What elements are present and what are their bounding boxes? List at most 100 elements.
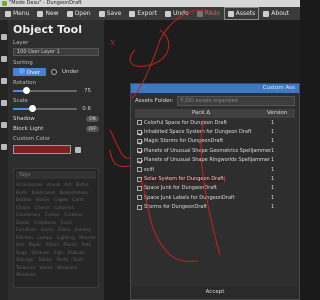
pack-list: Colorful Space for Dungeon Draft 1 Inhabit… <box>131 118 299 212</box>
pack-name: Inhabited Space System for Dungeon Draft <box>144 129 271 135</box>
custom-color-label: Custom Color <box>13 136 51 142</box>
export-icon <box>129 10 136 17</box>
block-light-toggle[interactable]: OFF <box>86 126 99 132</box>
pack-name-text: Magic Storms for DungeonDraft <box>144 138 224 145</box>
path-tool-icon[interactable] <box>1 56 7 62</box>
pack-row[interactable]: Solar System for Dungeon Draft 1 <box>135 174 295 183</box>
menu-item-label: Menu <box>13 10 30 17</box>
pack-version: 1 <box>271 147 275 154</box>
pack-checkbox[interactable] <box>137 176 142 182</box>
pack-name-text: Colorful Space for Dungeon Draft <box>144 119 228 126</box>
undo-icon <box>164 10 171 17</box>
menu-item-label: Undo <box>172 10 189 17</box>
menu-open-button[interactable]: Open <box>64 8 94 19</box>
menu-icon <box>5 10 11 17</box>
menu-item-label: New <box>45 10 59 17</box>
menu-item-label: Redo <box>204 10 220 17</box>
version-column-header[interactable]: Version <box>267 109 295 118</box>
pack-checkbox[interactable] <box>137 138 142 144</box>
pack-row[interactable]: Planets of Unusual Shape Geometrics Spel… <box>135 146 295 155</box>
dialog-title: Custom Ass <box>131 84 299 93</box>
tags-panel: Tags Accessories Anvils Art Baths Beds B… <box>13 168 99 288</box>
rotation-slider-knob[interactable] <box>22 87 30 94</box>
app-icon <box>2 1 7 6</box>
sorting-over-option[interactable]: Over <box>13 68 46 76</box>
block-light-label: Block Light <box>13 126 44 132</box>
pack-row[interactable]: Storms for DungeonDraft 1 <box>135 203 295 212</box>
over-label: Over <box>26 70 40 76</box>
menu-item-label: Open <box>74 10 91 17</box>
menu-export-button[interactable]: Export <box>126 8 160 19</box>
under-label: Under <box>61 69 79 75</box>
under-radio[interactable] <box>50 69 57 75</box>
pack-version: 1 <box>271 119 275 126</box>
pack-checkbox[interactable] <box>137 148 142 154</box>
assets-folder-label: Assets Folder: <box>135 98 174 104</box>
pack-checkbox[interactable] <box>137 195 142 201</box>
scale-value: 0.6 <box>82 106 91 112</box>
pack-row[interactable]: scifi 1 <box>135 165 295 174</box>
shadow-toggle[interactable]: ON <box>86 116 99 122</box>
rotation-slider[interactable] <box>13 87 77 94</box>
layer-select[interactable]: 100 User Layer 1 <box>13 48 99 56</box>
pack-version: 1 <box>271 204 275 211</box>
menu-menu-button[interactable]: Menu <box>2 8 32 19</box>
menu-assets-button[interactable]: Assets <box>223 7 260 20</box>
pack-checkbox[interactable] <box>137 185 142 191</box>
menu-new-button[interactable]: New <box>34 8 61 19</box>
pack-checkbox[interactable] <box>137 120 142 126</box>
scale-slider-knob[interactable] <box>28 105 36 112</box>
portal-tool-icon[interactable] <box>1 144 7 150</box>
assets-folder-input[interactable]: F:/DD assets organized <box>177 96 295 106</box>
pack-name: Planets of Unusual Shape Ringworlds Spel… <box>144 157 271 163</box>
rotation-value: 75 <box>84 88 91 94</box>
scale-label: Scale <box>13 98 28 104</box>
pack-row[interactable]: Space Junk for DungeonDraft 1 <box>135 184 295 193</box>
pack-checkbox[interactable] <box>137 129 142 135</box>
pack-table-header: Pack ∆ Version <box>135 109 295 118</box>
select-tool-icon[interactable] <box>1 34 7 40</box>
folder-open-icon <box>66 10 73 17</box>
pack-checkbox[interactable] <box>137 167 142 173</box>
pack-row[interactable]: Inhabited Space System for Dungeon Draft… <box>135 127 295 136</box>
new-file-icon <box>37 10 44 17</box>
custom-assets-dialog: Custom Ass Assets Folder: F:/DD assets o… <box>130 83 300 300</box>
object-tool-panel: Object Tool Layer 100 User Layer 1 Sorti… <box>8 20 104 300</box>
object-tool-icon[interactable] <box>1 78 7 84</box>
menu-undo-button[interactable]: Undo <box>162 8 192 19</box>
menu-about-button[interactable]: About <box>260 8 292 19</box>
pack-checkbox[interactable] <box>137 204 142 210</box>
eyedropper-icon[interactable] <box>75 146 81 153</box>
pack-row[interactable]: Magic Storms for DungeonDraft 1 <box>135 137 295 146</box>
pack-name-text: scifi <box>144 166 154 173</box>
pack-checkbox[interactable] <box>137 157 142 163</box>
pack-row[interactable]: Planets of Unusual Shape Ringworlds Spel… <box>135 156 295 165</box>
pack-column-header[interactable]: Pack ∆ <box>135 109 267 118</box>
pack-row[interactable]: Space Junk Labels for DungeonDraft 1 <box>135 193 295 202</box>
custom-color-swatch[interactable] <box>13 145 71 154</box>
menu-save-button[interactable]: Save <box>96 8 125 19</box>
pack-version: 1 <box>271 166 275 173</box>
menu-bar: Menu New Open Save Export Undo Redo Assets About <box>0 7 300 20</box>
menu-item-label: Assets <box>235 10 256 17</box>
menu-redo-button[interactable]: Redo <box>194 8 223 19</box>
accept-button[interactable]: Accept <box>206 289 225 295</box>
redo-icon <box>196 10 203 17</box>
pack-version: 1 <box>271 194 275 201</box>
save-icon <box>98 10 105 17</box>
text-tool-icon[interactable] <box>1 122 7 128</box>
pack-name: Space Junk Labels for DungeonDraft <box>144 195 271 201</box>
tags-search-input[interactable]: Tags <box>16 171 96 179</box>
light-tool-icon[interactable] <box>1 100 7 106</box>
pack-name: Storms for DungeonDraft <box>144 204 271 210</box>
pack-name-text: Space Junk Labels for DungeonDraft <box>144 194 235 201</box>
scale-slider[interactable] <box>13 105 77 112</box>
over-radio[interactable] <box>19 68 25 74</box>
sorting-label: Sorting <box>13 60 33 66</box>
layer-label: Layer <box>13 40 29 46</box>
tag-cloud[interactable]: Accessories Anvils Art Baths Beds Bookca… <box>16 182 96 280</box>
window-title: "Mode Desu" - DungeonDraft <box>9 0 82 6</box>
pack-name: Space Junk for DungeonDraft <box>144 185 271 191</box>
pack-row[interactable]: Colorful Space for Dungeon Draft 1 <box>135 118 295 127</box>
panel-title: Object Tool <box>13 23 82 36</box>
